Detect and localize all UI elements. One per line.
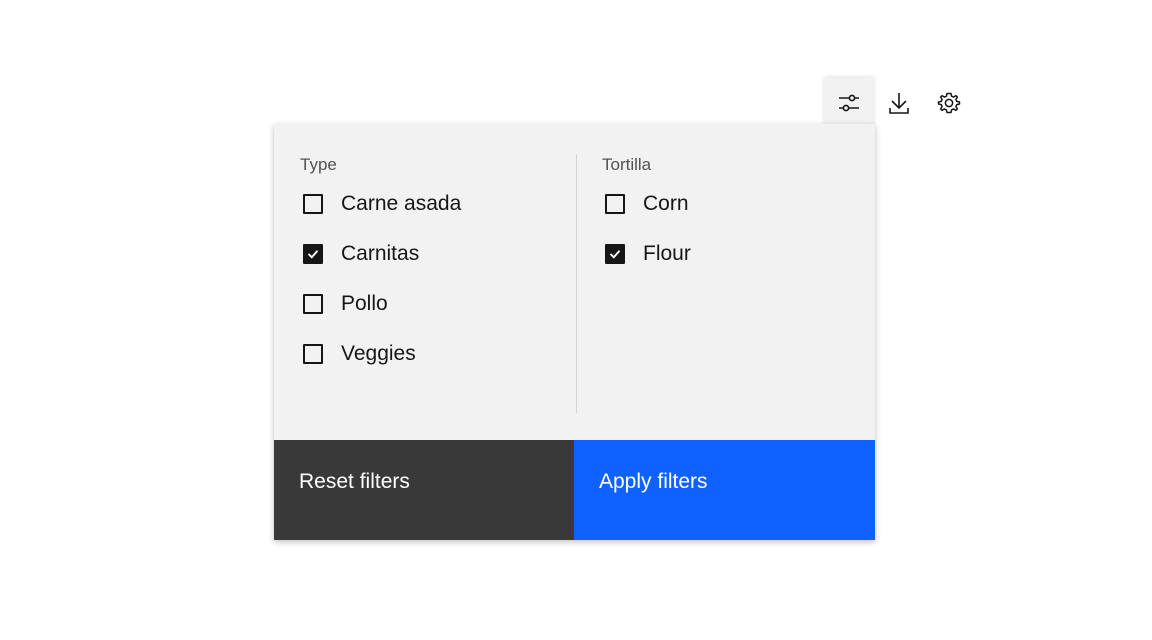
checkbox-checked[interactable] (303, 244, 323, 264)
checkbox-item-carne-asada[interactable]: Carne asada (300, 192, 461, 216)
filter-group-title: Type (300, 155, 337, 174)
filter-group-tortilla: Tortilla Corn Flour (602, 154, 852, 265)
checkbox-item-flour[interactable]: Flour (602, 242, 691, 266)
checkbox-label: Veggies (341, 342, 416, 365)
checkbox[interactable] (303, 294, 323, 314)
column-divider (576, 154, 577, 413)
checkbox-item-pollo[interactable]: Pollo (300, 292, 388, 316)
reset-filters-button[interactable]: Reset filters (274, 440, 574, 540)
checkbox-label: Pollo (341, 292, 388, 315)
settings-adjust-icon (839, 94, 859, 112)
filter-columns: Type Carne asada Carnitas Pollo Veggies … (274, 124, 875, 440)
checkbox-label: Flour (643, 242, 691, 265)
flyout-footer: Reset filters Apply filters (274, 440, 875, 540)
filter-flyout-panel: Type Carne asada Carnitas Pollo Veggies … (274, 124, 875, 540)
checkbox-checked[interactable] (605, 244, 625, 264)
checkbox[interactable] (303, 194, 323, 214)
filter-button[interactable] (824, 78, 874, 128)
download-icon (889, 93, 909, 114)
settings-button[interactable] (924, 78, 974, 128)
checkbox-label: Carnitas (341, 242, 420, 265)
checkbox[interactable] (303, 344, 323, 364)
checkbox-item-carnitas[interactable]: Carnitas (300, 242, 419, 266)
download-button[interactable] (874, 78, 924, 128)
checkbox-item-corn[interactable]: Corn (602, 192, 689, 216)
filter-group-type: Type Carne asada Carnitas Pollo Veggies (300, 154, 570, 365)
apply-filters-button[interactable]: Apply filters (574, 440, 875, 540)
checkmark-icon (609, 250, 621, 259)
checkbox-item-veggies[interactable]: Veggies (300, 342, 416, 366)
settings-icon (937, 92, 961, 114)
checkbox-label: Carne asada (341, 192, 462, 215)
checkbox[interactable] (605, 194, 625, 214)
filter-group-title: Tortilla (602, 155, 652, 174)
table-toolbar-with-filter-flyout: Type Carne asada Carnitas Pollo Veggies … (0, 0, 1152, 640)
checkbox-label: Corn (643, 192, 689, 215)
checkmark-icon (307, 250, 319, 259)
toolbar (824, 78, 974, 128)
